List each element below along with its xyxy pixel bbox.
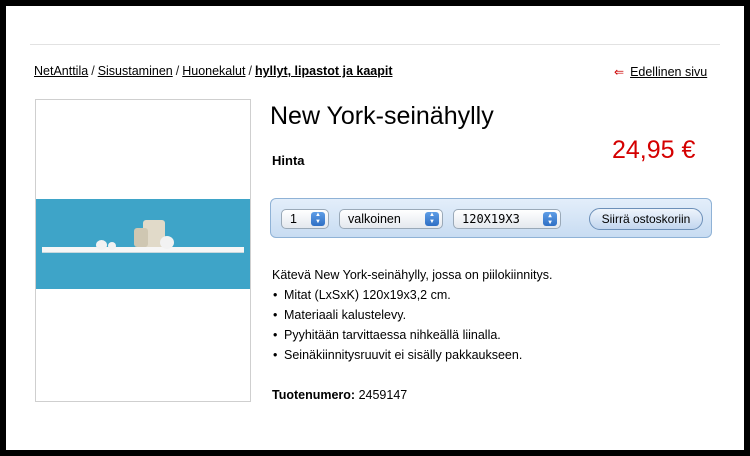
add-to-cart-button[interactable]: Siirrä ostoskoriin	[589, 208, 703, 230]
updown-arrows-icon: ▲ ▼	[543, 212, 557, 226]
product-number-value: 2459147	[358, 388, 408, 402]
left-arrow-icon: ⇐	[614, 65, 625, 79]
size-select[interactable]: 120X19X3 ▲ ▼	[453, 209, 561, 229]
product-description: Kätevä New York-seinähylly, jossa on pii…	[272, 265, 552, 365]
feature-item: Seinäkiinnitysruuvit ei sisälly pakkauks…	[272, 345, 552, 365]
image-shelf	[42, 247, 244, 253]
image-ball	[96, 240, 107, 250]
updown-arrows-icon: ▲ ▼	[425, 212, 439, 226]
product-image[interactable]	[35, 99, 251, 402]
image-ball	[160, 236, 174, 249]
feature-item: Pyyhitään tarvittaessa nihkeällä liinall…	[272, 325, 552, 345]
color-value: valkoinen	[348, 212, 401, 226]
breadcrumb-link-sisustaminen[interactable]: Sisustaminen	[98, 64, 173, 78]
product-title: New York-seinähylly	[270, 102, 494, 130]
breadcrumb-current[interactable]: hyllyt, lipastot ja kaapit	[255, 64, 393, 78]
color-select[interactable]: valkoinen ▲ ▼	[339, 209, 443, 229]
product-number: Tuotenumero: 2459147	[272, 388, 407, 402]
add-to-cart-bar: 1 ▲ ▼ valkoinen ▲ ▼ 120X19X3 ▲ ▼ Siirrä ost…	[270, 198, 712, 238]
previous-page-label: Edellinen sivu	[630, 65, 708, 79]
price-label: Hinta	[272, 153, 305, 168]
previous-page-link[interactable]: ⇐ Edellinen sivu	[614, 65, 707, 79]
quantity-value: 1	[290, 212, 297, 226]
breadcrumb-link-netanttila[interactable]: NetAnttila	[34, 64, 88, 78]
description-intro: Kätevä New York-seinähylly, jossa on pii…	[272, 268, 553, 282]
image-vase	[134, 228, 148, 247]
feature-list: Mitat (LxSxK) 120x19x3,2 cm. Materiaali …	[272, 285, 552, 365]
product-number-label: Tuotenumero:	[272, 388, 356, 402]
top-divider	[30, 44, 720, 45]
size-value: 120X19X3	[462, 212, 520, 226]
quantity-select[interactable]: 1 ▲ ▼	[281, 209, 329, 229]
product-price: 24,95 €	[612, 136, 696, 164]
feature-item: Materiaali kalustelevy.	[272, 305, 552, 325]
feature-item: Mitat (LxSxK) 120x19x3,2 cm.	[272, 285, 552, 305]
breadcrumb-link-huonekalut[interactable]: Huonekalut	[182, 64, 245, 78]
updown-arrows-icon: ▲ ▼	[311, 212, 325, 226]
breadcrumb: NetAnttila / Sisustaminen / Huonekalut / hylly…	[34, 64, 393, 78]
image-ball	[108, 242, 116, 250]
page-frame: NetAnttila / Sisustaminen / Huonekalut / hylly…	[6, 6, 744, 450]
